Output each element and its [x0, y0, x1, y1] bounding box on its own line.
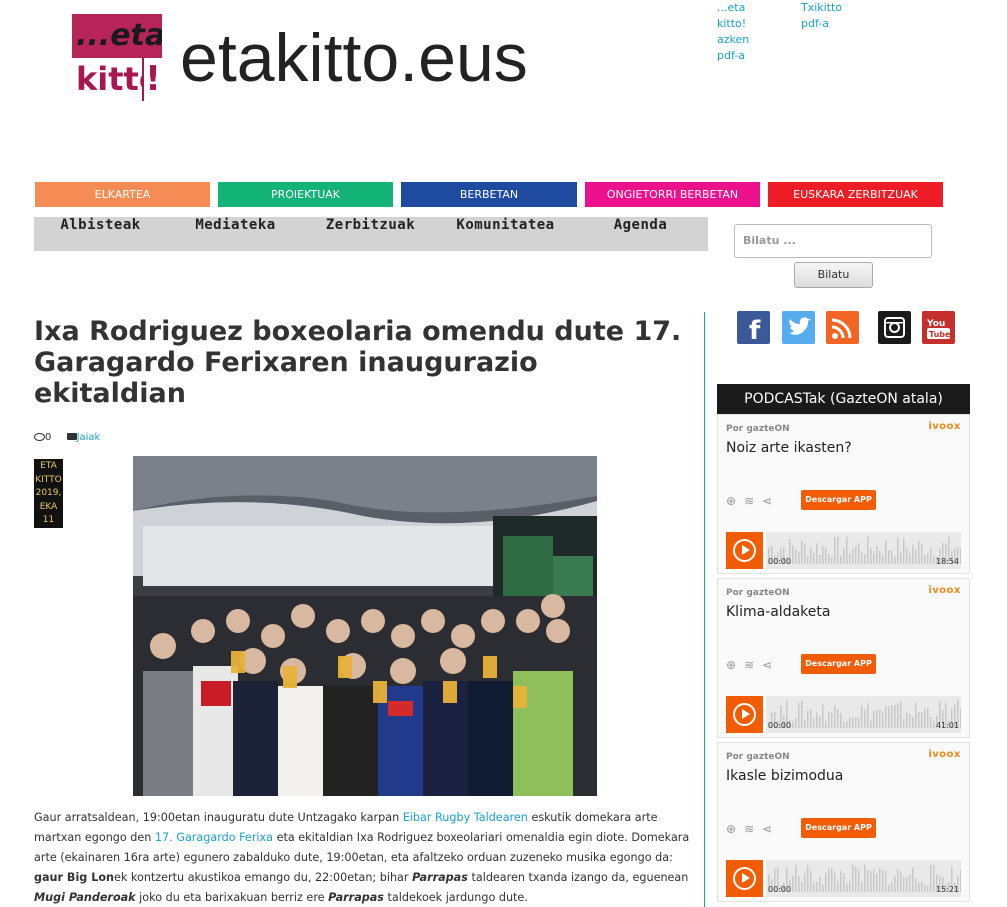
svg-text:f: f: [749, 316, 761, 344]
podcast-title[interactable]: Klima-aldaketa: [726, 604, 830, 620]
pdf-link-etakitto[interactable]: ...eta kitto! azken pdf-a: [717, 0, 767, 64]
link-garagardo-ferixa[interactable]: 17. Garagardo Ferixa: [155, 831, 273, 844]
site-logo[interactable]: ...eta kitto !: [72, 14, 162, 101]
rss-icon[interactable]: ≋: [744, 822, 762, 836]
logo-text-bottom: kitto: [72, 58, 161, 101]
play-button[interactable]: [726, 860, 763, 897]
time-total: 41:01: [935, 721, 959, 730]
category-link[interactable]: Jaiak: [77, 432, 101, 443]
podcast-title[interactable]: Noiz arte ikasten?: [726, 440, 852, 456]
svg-text:You: You: [926, 319, 945, 329]
main-nav-zerbitzuak[interactable]: Zerbitzuak: [304, 217, 437, 251]
twitter-icon[interactable]: [782, 311, 815, 344]
podcast-actions: ⊕≋⋖: [726, 822, 780, 836]
play-button[interactable]: [726, 696, 763, 733]
main-nav: Albisteak Mediateka Zerbitzuak Komunitat…: [34, 217, 708, 251]
comment-icon[interactable]: [34, 433, 45, 441]
main-nav-komunitatea[interactable]: Komunitatea: [439, 217, 572, 251]
main-nav-agenda[interactable]: Agenda: [574, 217, 707, 251]
article-title: Ixa Rodriguez boxeolaria omendu dute 17.…: [34, 316, 682, 409]
search-input[interactable]: Bilatu ...: [734, 224, 932, 258]
waveform[interactable]: [766, 532, 961, 569]
article-meta: 0 Jaiak: [34, 432, 100, 443]
link-eibar-rugby[interactable]: Eibar Rugby Taldearen: [403, 811, 528, 824]
time-total: 18:54: [935, 557, 959, 566]
main-nav-albisteak[interactable]: Albisteak: [34, 217, 167, 251]
nav-euskara-zerbitzuak[interactable]: EUSKARA ZERBITZUAK: [768, 182, 943, 207]
waveform[interactable]: [766, 696, 961, 733]
time-elapsed: 00:00: [768, 885, 792, 894]
article-body: Gaur arratsaldean, 19:00etan inauguratu …: [34, 811, 690, 904]
rss-icon[interactable]: ≋: [744, 494, 762, 508]
download-icon[interactable]: ⊕: [726, 494, 744, 508]
podcast-actions: ⊕≋⋖: [726, 658, 780, 672]
play-icon: [742, 709, 750, 719]
podcast-title[interactable]: Ikasle bizimodua: [726, 768, 843, 784]
nav-proiektuak[interactable]: PROIEKTUAK: [218, 182, 393, 207]
podcasts-header: PODCASTak (GazteON atala): [717, 384, 970, 414]
share-icon[interactable]: ⋖: [762, 658, 780, 672]
youtube-icon[interactable]: You Tube: [922, 311, 955, 344]
download-app-button[interactable]: Descargar APP: [801, 818, 876, 838]
logo-text-top: ...eta: [72, 14, 162, 58]
time-total: 15:21: [935, 885, 959, 894]
play-icon: [742, 545, 750, 555]
instagram-icon[interactable]: [878, 311, 911, 344]
folder-icon: [66, 433, 77, 440]
nav-elkartea[interactable]: ELKARTEA: [35, 182, 210, 207]
download-icon[interactable]: ⊕: [726, 822, 744, 836]
column-divider: [704, 312, 705, 907]
ivoox-logo[interactable]: ivoox: [928, 421, 961, 432]
podcast-card: Por gazteON ivoox Ikasle bizimodua ⊕≋⋖ D…: [717, 742, 970, 902]
facebook-icon[interactable]: f: [737, 311, 770, 346]
main-nav-mediateka[interactable]: Mediateka: [169, 217, 302, 251]
search-button[interactable]: Bilatu: [794, 262, 873, 288]
waveform[interactable]: [766, 860, 961, 897]
time-elapsed: 00:00: [768, 721, 792, 730]
podcast-actions: ⊕≋⋖: [726, 494, 780, 508]
share-icon[interactable]: ⋖: [762, 822, 780, 836]
date-badge: ETA KITTO 2019, EKA 11: [34, 459, 63, 528]
download-app-button[interactable]: Descargar APP: [801, 654, 876, 674]
logo-exclamation: !: [142, 58, 162, 101]
podcast-card: Por gazteON ivoox Klima-aldaketa ⊕≋⋖ Des…: [717, 578, 970, 738]
site-title[interactable]: etakitto.eus: [180, 16, 528, 100]
nav-ongietorri-berbetan[interactable]: ONGIETORRI BERBETAN: [585, 182, 760, 207]
nav-berbetan[interactable]: BERBETAN: [401, 182, 577, 207]
pdf-link-txikitto[interactable]: Txikitto pdf-a: [801, 0, 851, 32]
share-icon[interactable]: ⋖: [762, 494, 780, 508]
download-icon[interactable]: ⊕: [726, 658, 744, 672]
download-app-button[interactable]: Descargar APP: [801, 490, 876, 510]
play-button[interactable]: [726, 532, 763, 569]
article-photo[interactable]: [133, 456, 597, 796]
ivoox-logo[interactable]: ivoox: [928, 749, 961, 760]
svg-text:Tube: Tube: [929, 330, 951, 339]
podcast-card: Por gazteON ivoox Noiz arte ikasten? ⊕≋⋖…: [717, 414, 970, 574]
comment-count[interactable]: 0: [45, 432, 51, 443]
ivoox-logo[interactable]: ivoox: [928, 585, 961, 596]
play-icon: [742, 873, 750, 883]
rss-icon[interactable]: [826, 311, 859, 344]
rss-icon[interactable]: ≋: [744, 658, 762, 672]
time-elapsed: 00:00: [768, 557, 792, 566]
